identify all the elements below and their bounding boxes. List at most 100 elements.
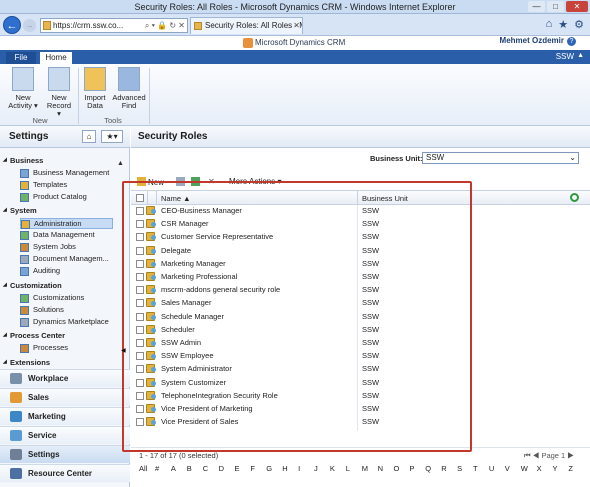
- sidebar-item-auditing[interactable]: Auditing: [20, 266, 60, 277]
- alphabet-filter-item[interactable]: F: [250, 464, 255, 473]
- import-data-button[interactable]: Import Data: [81, 67, 109, 110]
- alphabet-filter-item[interactable]: O: [394, 464, 400, 473]
- alphabet-filter-item[interactable]: W: [521, 464, 528, 473]
- select-all-checkbox[interactable]: [136, 194, 144, 202]
- alphabet-filter-item[interactable]: U: [489, 464, 494, 473]
- name-column-header[interactable]: Name ▲: [161, 194, 191, 203]
- area-service[interactable]: Service: [0, 426, 130, 444]
- table-row[interactable]: Sales Manager SSW: [131, 297, 590, 309]
- sidebar-item-dynamics-marketplace[interactable]: Dynamics Marketplace: [20, 317, 109, 328]
- row-checkbox[interactable]: [136, 418, 144, 427]
- table-row[interactable]: TelephoneIntegration Security Role SSW: [131, 390, 590, 402]
- row-checkbox[interactable]: [136, 207, 144, 215]
- role-name[interactable]: Scheduler: [161, 325, 195, 334]
- gear-icon[interactable]: ⚙: [574, 18, 584, 31]
- table-row[interactable]: SSW Admin SSW: [131, 337, 590, 349]
- maximize-button[interactable]: □: [547, 1, 564, 12]
- sidebar-item-product-catalog[interactable]: Product Catalog: [20, 192, 87, 203]
- alphabet-filter-item[interactable]: #: [155, 464, 159, 473]
- alphabet-filter-item[interactable]: X: [537, 464, 542, 473]
- home-icon[interactable]: ⌂: [546, 18, 553, 31]
- table-row[interactable]: SSW Employee SSW: [131, 350, 590, 362]
- alphabet-filter-item[interactable]: All: [139, 464, 147, 473]
- advanced-find-button[interactable]: Advanced Find: [112, 67, 146, 110]
- alphabet-filter-item[interactable]: B: [187, 464, 192, 473]
- table-row[interactable]: Vice President of Sales SSW: [131, 416, 590, 428]
- area-marketing[interactable]: Marketing: [0, 407, 130, 425]
- row-checkbox[interactable]: [136, 391, 144, 400]
- table-row[interactable]: Customer Service Representative SSW: [131, 231, 590, 243]
- user-name[interactable]: Mehmet Ozdemir: [500, 36, 564, 46]
- alphabet-filter-item[interactable]: V: [505, 464, 510, 473]
- role-name[interactable]: Marketing Professional: [161, 272, 237, 281]
- alphabet-filter-item[interactable]: Y: [553, 464, 558, 473]
- alphabet-filter-item[interactable]: K: [330, 464, 335, 473]
- splitter-arrow-icon[interactable]: ◀: [121, 347, 126, 354]
- table-row[interactable]: Schedule Manager SSW: [131, 311, 590, 323]
- scroll-up-icon[interactable]: ▲: [117, 160, 124, 167]
- alphabet-filter-item[interactable]: I: [298, 464, 300, 473]
- role-name[interactable]: Vice President of Sales: [161, 417, 238, 426]
- row-checkbox[interactable]: [136, 259, 144, 268]
- refresh-icon[interactable]: [570, 193, 579, 202]
- row-checkbox[interactable]: [136, 233, 144, 242]
- alphabet-filter-item[interactable]: G: [266, 464, 272, 473]
- row-checkbox[interactable]: [136, 312, 144, 321]
- sidebar-item-solutions[interactable]: Solutions: [20, 305, 64, 316]
- address-bar[interactable]: https://crm.ssw.co... ⌕ ▾ 🔒 ↻ ✕: [40, 18, 188, 33]
- row-checkbox[interactable]: [136, 299, 144, 308]
- role-name[interactable]: Vice President of Marketing: [161, 404, 253, 413]
- minimize-button[interactable]: —: [528, 1, 545, 12]
- alphabet-filter-item[interactable]: L: [346, 464, 350, 473]
- new-button[interactable]: New: [137, 177, 164, 187]
- role-name[interactable]: Marketing Manager: [161, 259, 226, 268]
- home-icon[interactable]: ⌂: [82, 130, 96, 143]
- alphabet-filter-item[interactable]: E: [235, 464, 240, 473]
- alphabet-filter-item[interactable]: A: [171, 464, 176, 473]
- sidebar-item-document-managem-[interactable]: Document Managem...: [20, 254, 109, 265]
- copy-icon[interactable]: [176, 177, 187, 187]
- table-row[interactable]: Vice President of Marketing SSW: [131, 403, 590, 415]
- row-checkbox[interactable]: [136, 220, 144, 229]
- sidebar-item-data-management[interactable]: Data Management: [20, 230, 95, 241]
- row-checkbox[interactable]: [136, 405, 144, 413]
- sidebar-item-business-management[interactable]: Business Management: [20, 168, 109, 179]
- row-checkbox[interactable]: [136, 365, 144, 374]
- new-activity-button[interactable]: New Activity ▾: [8, 67, 38, 110]
- table-row[interactable]: System Customizer SSW: [131, 377, 590, 389]
- table-row[interactable]: CEO-Business Manager SSW: [131, 205, 590, 217]
- table-row[interactable]: System Administrator SSW: [131, 363, 590, 375]
- alphabet-filter-item[interactable]: J: [314, 464, 318, 473]
- role-name[interactable]: mscrm-addons general security role: [161, 285, 280, 294]
- home-tab[interactable]: Home: [40, 52, 72, 64]
- sidebar-item-system-jobs[interactable]: System Jobs: [20, 242, 76, 253]
- page-navigator[interactable]: ⏮ ◀ Page 1 ▶: [524, 451, 574, 461]
- table-row[interactable]: Marketing Professional SSW: [131, 271, 590, 283]
- sidebar-section-system[interactable]: ◢ System: [3, 206, 37, 215]
- role-name[interactable]: CEO-Business Manager: [161, 206, 242, 215]
- role-name[interactable]: SSW Employee: [161, 351, 214, 360]
- role-name[interactable]: Schedule Manager: [161, 312, 224, 321]
- help-icon[interactable]: ?: [567, 37, 576, 46]
- sidebar-item-administration[interactable]: Administration: [20, 218, 113, 229]
- role-name[interactable]: SSW Admin: [161, 338, 201, 347]
- file-tab[interactable]: File: [6, 52, 36, 64]
- new-record-button[interactable]: New Record ▾: [44, 67, 74, 118]
- alphabet-filter-item[interactable]: Q: [425, 464, 431, 473]
- table-row[interactable]: Marketing Manager SSW: [131, 258, 590, 270]
- back-button[interactable]: ←: [3, 16, 21, 34]
- delete-icon[interactable]: ✕: [208, 177, 215, 186]
- alphabet-filter-item[interactable]: C: [203, 464, 208, 473]
- table-row[interactable]: Delegate SSW: [131, 245, 590, 257]
- close-window-button[interactable]: ✕: [566, 1, 588, 12]
- business-unit-column-header[interactable]: Business Unit: [362, 194, 408, 203]
- export-icon[interactable]: [191, 177, 202, 187]
- alphabet-filter-item[interactable]: T: [473, 464, 478, 473]
- role-name[interactable]: CSR Manager: [161, 219, 209, 228]
- sidebar-section-process-center[interactable]: ◢ Process Center: [3, 331, 65, 340]
- address-tools[interactable]: ⌕ ▾ 🔒 ↻ ✕: [145, 19, 185, 32]
- row-checkbox[interactable]: [136, 273, 144, 281]
- row-checkbox[interactable]: [136, 378, 144, 387]
- role-name[interactable]: System Administrator: [161, 364, 232, 373]
- alphabet-filter-item[interactable]: M: [362, 464, 368, 473]
